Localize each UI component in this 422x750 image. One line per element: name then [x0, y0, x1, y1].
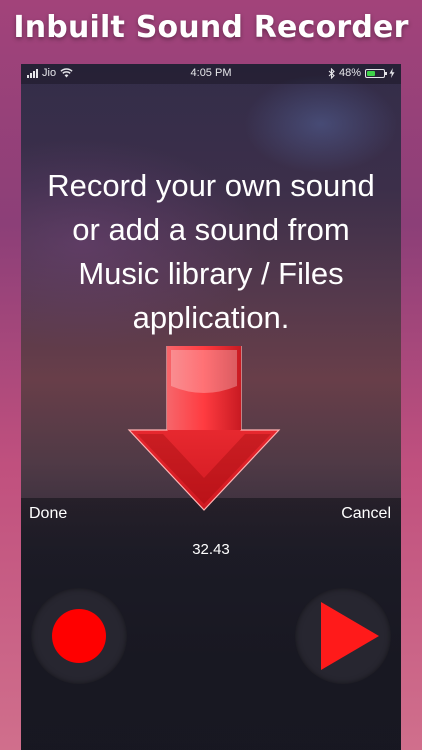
instructions-line: application.: [132, 300, 290, 335]
charging-icon: [389, 68, 395, 78]
battery-icon: [365, 68, 387, 78]
promo-headline: Inbuilt Sound Recorder: [13, 10, 409, 45]
recording-timer: 32.43: [192, 541, 230, 558]
record-icon: [52, 609, 106, 663]
instructions-text: Record your own sound or add a sound fro…: [21, 164, 401, 340]
record-button[interactable]: [31, 588, 127, 684]
done-button[interactable]: Done: [29, 505, 67, 523]
down-arrow-icon: [127, 346, 281, 511]
instructions-line: Record your own sound: [47, 168, 375, 203]
instructions-line: Music library / Files: [78, 256, 344, 291]
phone-screen: Jio 4:05 PM 48% Record your own sound or…: [21, 64, 401, 750]
battery-percent: 48%: [338, 67, 361, 79]
instructions-line: or add a sound from: [72, 212, 350, 247]
play-icon: [321, 602, 379, 670]
bluetooth-icon: [328, 67, 335, 79]
status-bar: Jio 4:05 PM 48%: [21, 64, 401, 84]
play-button[interactable]: [295, 588, 391, 684]
cancel-button[interactable]: Cancel: [341, 505, 391, 523]
